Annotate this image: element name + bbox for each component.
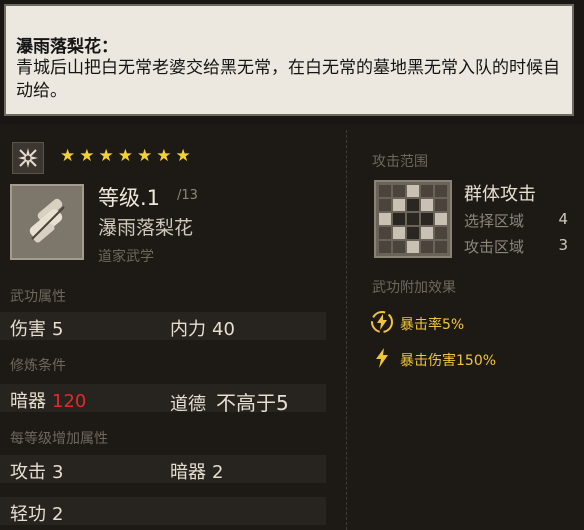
damage-stat: 伤害 5 bbox=[10, 315, 63, 341]
qinggong-gain-label: 轻功 bbox=[10, 504, 46, 525]
star-rating: ★ ★ ★ ★ ★ ★ ★ bbox=[60, 146, 191, 166]
range-cell bbox=[407, 199, 419, 211]
select-area-label: 选择区域 bbox=[464, 212, 525, 230]
morality-value: 不高于5 bbox=[216, 391, 289, 415]
range-cell bbox=[379, 241, 391, 253]
range-cell bbox=[379, 185, 391, 197]
star-icon: ★ bbox=[137, 146, 153, 166]
range-type: 群体攻击 bbox=[464, 184, 536, 205]
shuriken-icon bbox=[12, 142, 44, 174]
anqi-req-label: 暗器 bbox=[10, 391, 46, 412]
panel-divider bbox=[346, 130, 347, 530]
range-cell bbox=[421, 227, 433, 239]
star-icon: ★ bbox=[98, 146, 114, 166]
morality-label: 道德 bbox=[170, 394, 206, 415]
qinggong-gain: 轻功 2 bbox=[10, 500, 63, 526]
effects-label: 武功附加效果 bbox=[372, 280, 456, 296]
requirements-row: 暗器 120 道德 不高于5 bbox=[0, 384, 326, 415]
range-cell bbox=[379, 199, 391, 211]
star-icon: ★ bbox=[117, 146, 133, 166]
select-area: 选择区域 4 bbox=[464, 210, 570, 231]
attack-area-label: 攻击区域 bbox=[464, 238, 525, 256]
attack-gain: 攻击 3 bbox=[10, 458, 63, 484]
per-level-row-2: 轻功 2 bbox=[0, 497, 326, 525]
neili-stat: 内力 40 bbox=[170, 315, 235, 341]
tooltip-title: 瀑雨落梨花： bbox=[16, 37, 118, 57]
range-cell bbox=[379, 227, 391, 239]
lightning-circle-icon bbox=[370, 310, 394, 338]
qinggong-gain-value: 2 bbox=[52, 504, 64, 525]
range-cell bbox=[393, 199, 405, 211]
scroll-icon[interactable] bbox=[10, 184, 84, 260]
range-cell bbox=[421, 199, 433, 211]
range-cell bbox=[421, 213, 433, 225]
tooltip-box: 瀑雨落梨花： 青城后山把白无常老婆交给黑无常，在白无常的墓地黑无常入队的时候自动… bbox=[4, 4, 574, 116]
morality-requirement: 道德 不高于5 bbox=[170, 387, 289, 416]
range-label: 攻击范围 bbox=[372, 154, 428, 170]
anqi-req-value: 120 bbox=[52, 391, 87, 412]
range-cell bbox=[393, 241, 405, 253]
range-cell bbox=[407, 241, 419, 253]
range-cell bbox=[393, 185, 405, 197]
range-cell bbox=[421, 185, 433, 197]
star-icon: ★ bbox=[60, 146, 76, 166]
range-cell bbox=[435, 227, 447, 239]
skill-school: 道家武学 bbox=[98, 249, 154, 265]
per-level-label: 每等级增加属性 bbox=[10, 431, 108, 447]
effect-crit-damage: 暴击伤害150% bbox=[370, 346, 496, 374]
attack-gain-value: 3 bbox=[52, 462, 64, 483]
anqi-gain-value: 2 bbox=[212, 462, 224, 483]
skill-level: 等级.1 bbox=[98, 186, 161, 210]
star-icon: ★ bbox=[175, 146, 191, 166]
attack-area-value: 3 bbox=[558, 236, 568, 254]
effect-crit-rate: 暴击率5% bbox=[370, 310, 464, 338]
range-cell bbox=[379, 213, 391, 225]
range-cell bbox=[435, 213, 447, 225]
tooltip-body: 青城后山把白无常老婆交给黑无常，在白无常的墓地黑无常入队的时候自动给。 bbox=[16, 58, 560, 101]
star-icon: ★ bbox=[156, 146, 172, 166]
range-cell bbox=[393, 213, 405, 225]
requirements-label: 修炼条件 bbox=[10, 358, 66, 374]
range-cell bbox=[435, 199, 447, 211]
attributes-label: 武功属性 bbox=[10, 289, 66, 305]
attack-area: 攻击区域 3 bbox=[464, 236, 570, 257]
range-cell bbox=[407, 227, 419, 239]
neili-label: 内力 bbox=[170, 319, 206, 340]
anqi-requirement: 暗器 120 bbox=[10, 387, 86, 413]
range-cell bbox=[421, 241, 433, 253]
per-level-row-1: 攻击 3 暗器 2 bbox=[0, 455, 326, 483]
range-cell bbox=[407, 213, 419, 225]
range-cell bbox=[435, 185, 447, 197]
attributes-row: 伤害 5 内力 40 bbox=[0, 312, 326, 340]
select-area-value: 4 bbox=[558, 210, 568, 228]
effect-crit-damage-text: 暴击伤害150% bbox=[400, 353, 497, 369]
attack-gain-label: 攻击 bbox=[10, 462, 46, 483]
skill-level-max: /13 bbox=[177, 188, 198, 203]
range-cell bbox=[407, 185, 419, 197]
damage-label: 伤害 bbox=[10, 319, 46, 340]
lightning-icon bbox=[370, 346, 394, 374]
star-icon: ★ bbox=[79, 146, 95, 166]
neili-value: 40 bbox=[212, 319, 235, 340]
effect-crit-rate-text: 暴击率5% bbox=[400, 317, 465, 333]
range-cell bbox=[393, 227, 405, 239]
range-grid bbox=[374, 180, 452, 258]
skill-name: 瀑雨落梨花 bbox=[98, 217, 194, 239]
range-cell bbox=[435, 241, 447, 253]
anqi-gain-label: 暗器 bbox=[170, 462, 206, 483]
damage-value: 5 bbox=[52, 319, 64, 340]
anqi-gain: 暗器 2 bbox=[170, 458, 223, 484]
